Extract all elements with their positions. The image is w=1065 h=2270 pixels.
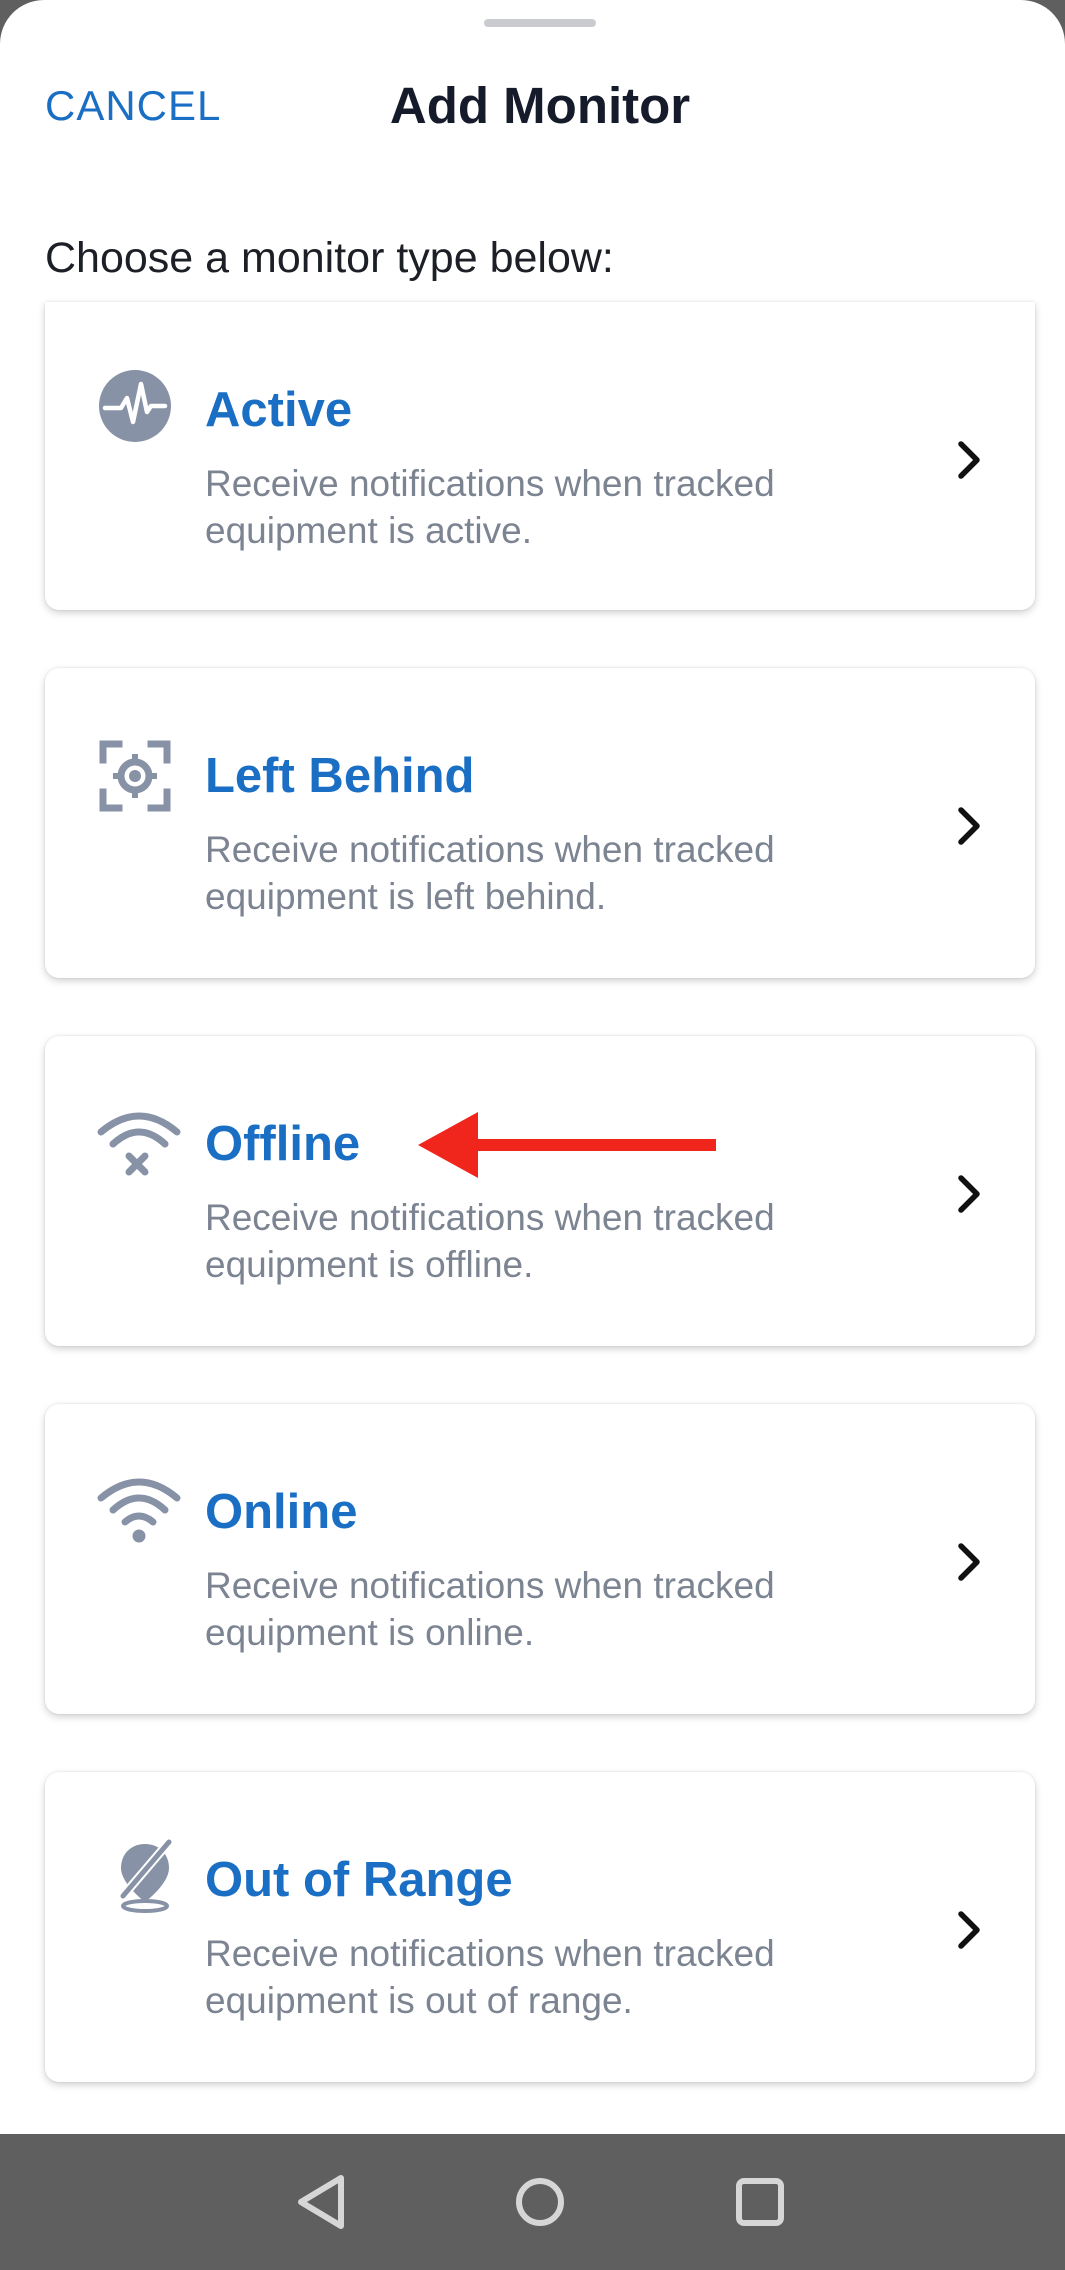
monitor-description: Receive notifications when tracked equip…: [205, 1197, 775, 1285]
instruction-text: Choose a monitor type below:: [45, 234, 614, 282]
monitor-title: Offline: [205, 1117, 361, 1171]
monitor-option-offline[interactable]: Offline Receive notifications when track…: [45, 1036, 1035, 1346]
monitor-description: Receive notifications when tracked equip…: [205, 1565, 775, 1653]
monitor-description: Receive notifications when tracked equip…: [205, 1933, 775, 2021]
monitor-description: Receive notifications when tracked equip…: [205, 463, 775, 551]
chevron-right-icon: [949, 1164, 989, 1224]
monitor-title: Left Behind: [205, 749, 475, 803]
sheet-grabber-handle[interactable]: [484, 19, 596, 27]
annotation-arrow-icon: [418, 1112, 716, 1178]
chevron-right-icon: [949, 796, 989, 856]
home-circle-icon[interactable]: [502, 2164, 578, 2240]
monitor-title: Out of Range: [205, 1853, 513, 1907]
chevron-right-icon: [949, 1532, 989, 1592]
system-navigation-bar: [0, 2134, 1065, 2270]
recents-square-icon[interactable]: [722, 2164, 798, 2240]
wifi-icon: [95, 1470, 183, 1546]
location-off-icon: [107, 1838, 183, 1914]
monitor-option-out-of-range[interactable]: Out of Range Receive notifications when …: [45, 1772, 1035, 2082]
wifi-off-icon: [95, 1104, 183, 1180]
focus-target-icon: [97, 738, 173, 814]
page-title: Add Monitor: [389, 77, 691, 134]
chevron-right-icon: [949, 430, 989, 490]
chevron-right-icon: [949, 1900, 989, 1960]
monitor-description: Receive notifications when tracked equip…: [205, 829, 775, 917]
bottom-sheet: CANCEL Add Monitor Choose a monitor type…: [0, 0, 1065, 2134]
monitor-title: Active: [205, 383, 353, 437]
back-triangle-icon[interactable]: [283, 2164, 359, 2240]
monitor-option-online[interactable]: Online Receive notifications when tracke…: [45, 1404, 1035, 1714]
activity-pulse-icon: [97, 368, 173, 444]
monitor-option-active[interactable]: Active Receive notifications when tracke…: [45, 302, 1035, 610]
monitor-title: Online: [205, 1485, 358, 1539]
monitor-option-left-behind[interactable]: Left Behind Receive notifications when t…: [45, 668, 1035, 978]
